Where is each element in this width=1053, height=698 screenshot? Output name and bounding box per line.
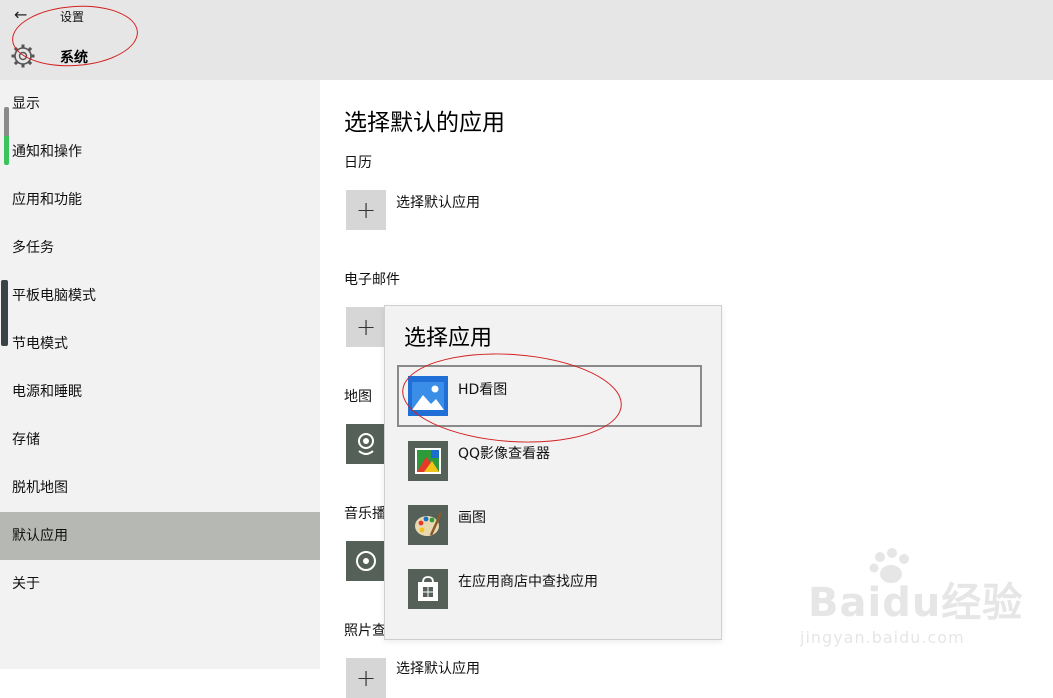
plus-icon: + bbox=[355, 313, 377, 341]
sidebar-item-power-sleep[interactable]: 电源和睡眠 bbox=[0, 368, 320, 416]
sidebar-item-tablet-mode[interactable]: 平板电脑模式 bbox=[0, 272, 320, 320]
store-bag-icon bbox=[408, 569, 448, 609]
watermark-url: jingyan.baidu.com bbox=[800, 628, 965, 647]
sidebar: 显示 通知和操作 应用和功能 多任务 平板电脑模式 节电模式 电源和睡眠 存储 … bbox=[0, 80, 320, 669]
flyout-option-label: QQ影像查看器 bbox=[458, 446, 551, 462]
photos-add-button[interactable]: + bbox=[346, 658, 386, 698]
photos-choose-default-link[interactable]: 选择默认应用 bbox=[396, 658, 480, 678]
qq-image-viewer-icon bbox=[408, 441, 448, 481]
back-arrow-icon[interactable]: ← bbox=[14, 6, 34, 24]
page-section-title: 系统 bbox=[60, 50, 88, 66]
flyout-option-label: HD看图 bbox=[458, 382, 508, 398]
maps-app-tile[interactable] bbox=[346, 424, 386, 464]
section-music-label: 音乐播 bbox=[344, 506, 386, 522]
sidebar-item-about[interactable]: 关于 bbox=[0, 560, 320, 608]
section-photos-label: 照片查 bbox=[344, 623, 386, 639]
groove-music-icon bbox=[356, 551, 376, 571]
title-bar: ← 设置 系统 bbox=[0, 0, 1053, 80]
sidebar-item-multitasking[interactable]: 多任务 bbox=[0, 224, 320, 272]
maps-icon bbox=[358, 433, 374, 455]
watermark-brand: Baidu经验 bbox=[808, 580, 1024, 626]
photos-icon bbox=[408, 376, 448, 416]
flyout-option-label: 在应用商店中查找应用 bbox=[458, 574, 598, 590]
email-add-button[interactable]: + bbox=[346, 307, 386, 347]
section-email-label: 电子邮件 bbox=[344, 272, 400, 288]
section-maps-label: 地图 bbox=[344, 389, 372, 405]
sidebar-item-storage[interactable]: 存储 bbox=[0, 416, 320, 464]
sidebar-item-apps-features[interactable]: 应用和功能 bbox=[0, 176, 320, 224]
section-calendar-label: 日历 bbox=[344, 155, 372, 171]
paint-palette-icon bbox=[408, 505, 448, 545]
calendar-choose-default-link[interactable]: 选择默认应用 bbox=[396, 192, 480, 212]
gear-icon bbox=[11, 44, 35, 68]
plus-icon: + bbox=[355, 664, 377, 692]
flyout-title: 选择应用 bbox=[404, 326, 493, 351]
baidu-watermark: Baidu经验 jingyan.baidu.com bbox=[800, 548, 1048, 658]
sidebar-item-offline-maps[interactable]: 脱机地图 bbox=[0, 464, 320, 512]
sidebar-item-notifications[interactable]: 通知和操作 bbox=[0, 128, 320, 176]
music-app-tile[interactable] bbox=[346, 541, 386, 581]
page-title: 选择默认的应用 bbox=[344, 110, 505, 136]
plus-icon: + bbox=[355, 196, 377, 224]
flyout-option-label: 画图 bbox=[458, 510, 486, 526]
sidebar-item-battery-saver[interactable]: 节电模式 bbox=[0, 320, 320, 368]
sidebar-item-default-apps[interactable]: 默认应用 bbox=[0, 512, 320, 560]
sidebar-item-display[interactable]: 显示 bbox=[0, 80, 320, 128]
side-handle bbox=[1, 280, 8, 346]
window-title: 设置 bbox=[60, 10, 85, 24]
calendar-add-button[interactable]: + bbox=[346, 190, 386, 230]
scrollbar-indicator[interactable] bbox=[4, 107, 9, 165]
